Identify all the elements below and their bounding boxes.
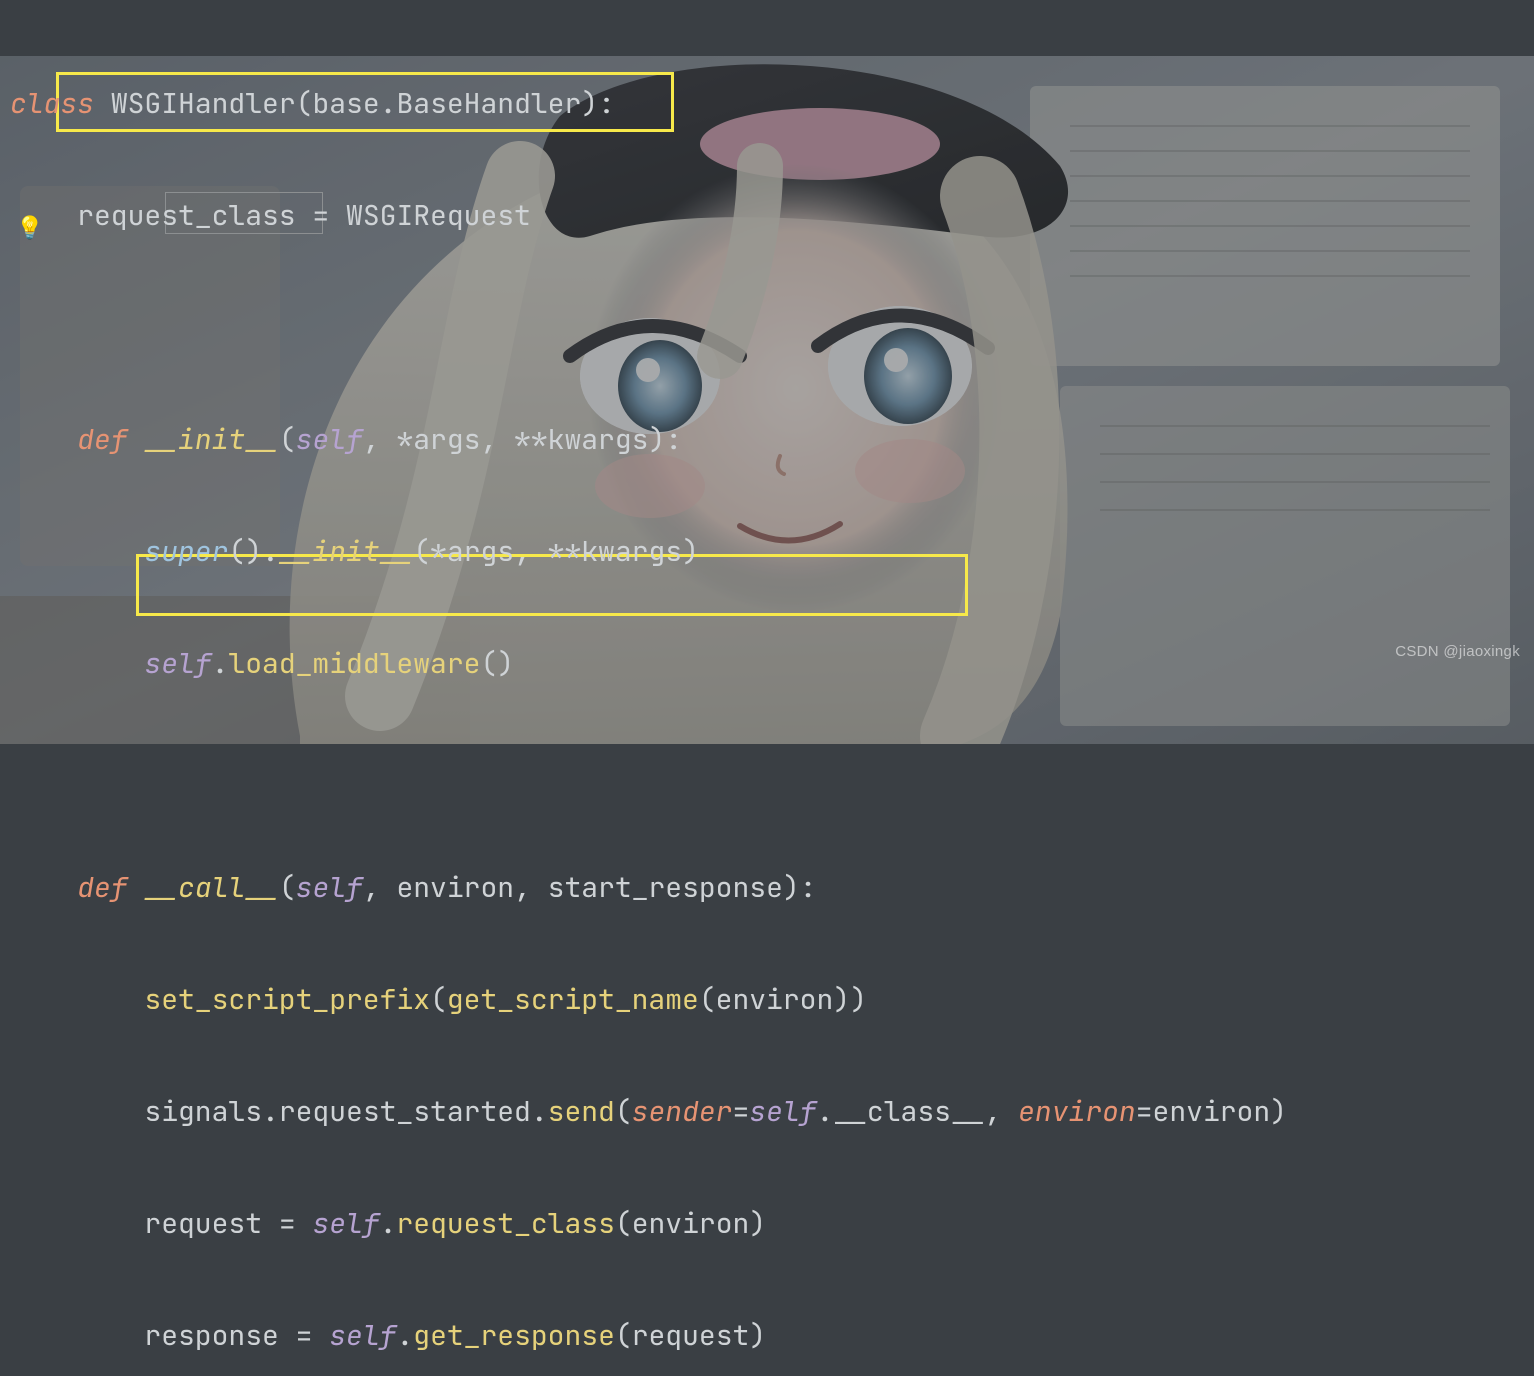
code-line: self.load_middleware(): [10, 636, 1534, 692]
code-line: request = self.request_class(environ): [10, 1196, 1534, 1252]
code-line: [10, 300, 1534, 356]
code-line: def __init__(self, *args, **kwargs):: [10, 412, 1534, 468]
code-line: set_script_prefix(get_script_name(enviro…: [10, 972, 1534, 1028]
code-editor[interactable]: class WSGIHandler(base.BaseHandler): req…: [0, 0, 1534, 688]
code-line: request_class = WSGIRequest: [10, 188, 1534, 244]
watermark: CSDN @jiaoxingk: [1395, 624, 1520, 680]
code-line: [10, 748, 1534, 804]
code-line: class WSGIHandler(base.BaseHandler):: [10, 76, 1534, 132]
code-line: signals.request_started.send(sender=self…: [10, 1084, 1534, 1140]
code-line: response = self.get_response(request): [10, 1308, 1534, 1364]
code-line: def __call__(self, environ, start_respon…: [10, 860, 1534, 916]
code-line: super().__init__(*args, **kwargs): [10, 524, 1534, 580]
